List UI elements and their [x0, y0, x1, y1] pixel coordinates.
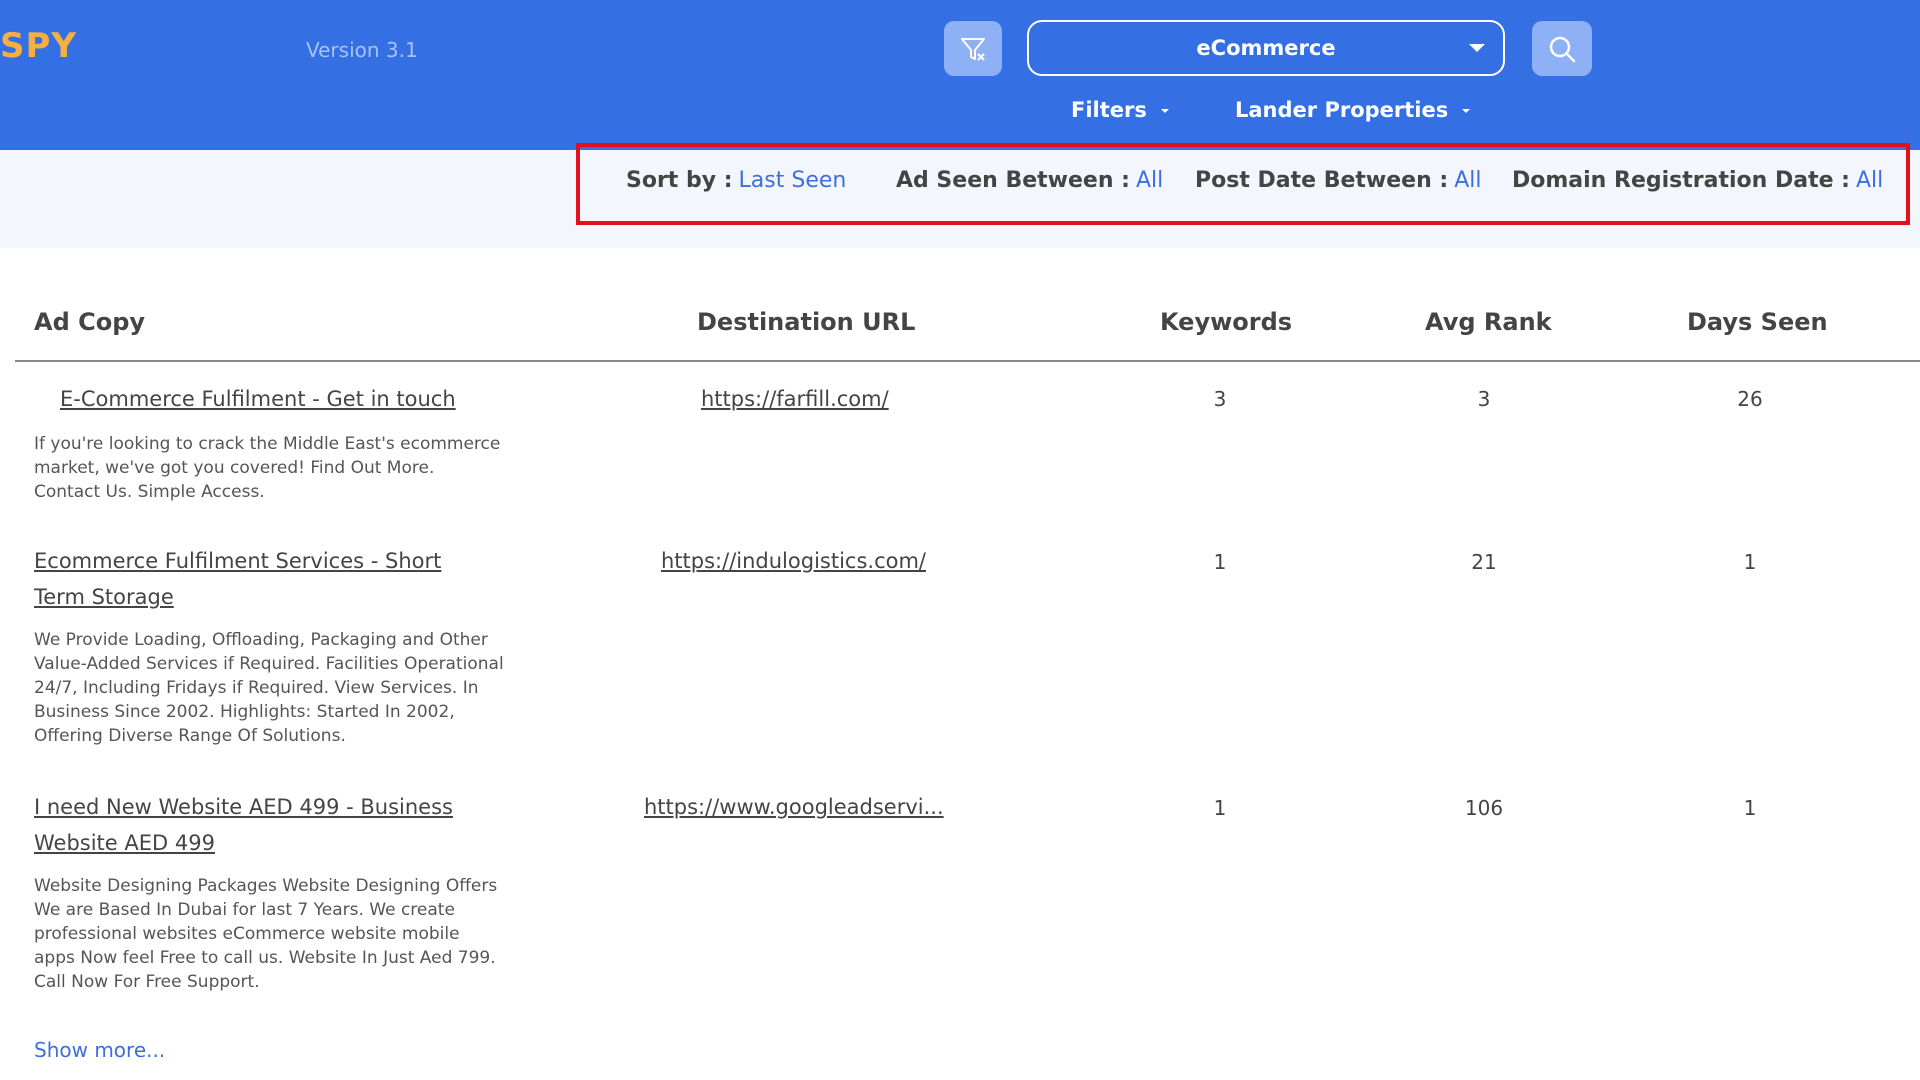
- sort-by-label: Sort by :: [626, 168, 733, 193]
- header-divider: [15, 360, 1920, 362]
- days-seen-cell: 1: [1743, 796, 1757, 820]
- category-dropdown-value: eCommerce: [1196, 36, 1336, 60]
- caret-down-icon: [1462, 109, 1471, 113]
- ad-description: Website Designing Packages Website Desig…: [34, 876, 498, 992]
- column-header-destination-url[interactable]: Destination URL: [697, 308, 915, 336]
- avg-rank-cell: 3: [1477, 387, 1491, 411]
- column-header-avg-rank[interactable]: Avg Rank: [1425, 308, 1552, 336]
- post-date-between-control[interactable]: Post Date Between : All: [1195, 168, 1482, 193]
- post-date-between-value[interactable]: All: [1454, 168, 1481, 193]
- days-seen-cell: 26: [1737, 387, 1763, 411]
- column-header-days-seen[interactable]: Days Seen: [1687, 308, 1828, 336]
- search-icon: [1549, 36, 1576, 62]
- destination-url-link[interactable]: https://farfill.com/: [701, 381, 889, 417]
- keywords-cell: 1: [1213, 796, 1227, 820]
- post-date-between-label: Post Date Between :: [1195, 168, 1449, 193]
- ad-seen-between-label: Ad Seen Between :: [896, 168, 1130, 193]
- ad-seen-between-control[interactable]: Ad Seen Between : All: [896, 168, 1163, 193]
- lander-properties-menu-label: Lander Properties: [1235, 98, 1449, 122]
- ad-title-link[interactable]: E-Commerce Fulfilment - Get in touch: [60, 381, 530, 417]
- keywords-cell: 3: [1213, 387, 1227, 411]
- ad-description: If you're looking to crack the Middle Ea…: [34, 434, 501, 502]
- destination-url-link[interactable]: https://www.googleadservi...: [644, 789, 944, 825]
- keywords-cell: 1: [1213, 550, 1227, 574]
- domain-registration-date-value[interactable]: All: [1856, 168, 1883, 193]
- top-header: SPY Version 3.1 eCommerce Filters Lander…: [0, 0, 1920, 150]
- caret-down-icon: [1160, 109, 1169, 113]
- column-header-ad-copy[interactable]: Ad Copy: [34, 308, 145, 336]
- filters-menu-label: Filters: [1071, 98, 1147, 122]
- filters-menu[interactable]: Filters: [1071, 98, 1169, 122]
- avg-rank-cell: 21: [1471, 550, 1497, 574]
- sort-by-value[interactable]: Last Seen: [739, 168, 847, 193]
- show-more-link[interactable]: Show more...: [34, 1038, 165, 1062]
- ad-description: We Provide Loading, Offloading, Packagin…: [34, 630, 504, 746]
- ad-seen-between-value[interactable]: All: [1136, 168, 1163, 193]
- column-header-keywords[interactable]: Keywords: [1160, 308, 1292, 336]
- days-seen-cell: 1: [1743, 550, 1757, 574]
- search-button[interactable]: [1532, 21, 1592, 76]
- clear-filter-button[interactable]: [944, 21, 1002, 76]
- ad-title-link[interactable]: Ecommerce Fulfilment Services - Short Te…: [34, 543, 494, 615]
- domain-registration-date-label: Domain Registration Date :: [1512, 168, 1850, 193]
- version-label: Version 3.1: [306, 38, 418, 62]
- ad-title-link[interactable]: I need New Website AED 499 - Business We…: [34, 789, 494, 861]
- avg-rank-cell: 106: [1464, 796, 1504, 820]
- domain-registration-date-control[interactable]: Domain Registration Date : All: [1512, 168, 1883, 193]
- filter-clear-icon: [961, 37, 985, 61]
- lander-properties-menu[interactable]: Lander Properties: [1235, 98, 1471, 122]
- chevron-down-icon: [1469, 44, 1485, 52]
- destination-url-link[interactable]: https://indulogistics.com/: [661, 543, 926, 579]
- category-dropdown[interactable]: eCommerce: [1027, 20, 1505, 76]
- app-logo[interactable]: SPY: [0, 26, 77, 66]
- sort-by-control[interactable]: Sort by : Last Seen: [626, 168, 846, 193]
